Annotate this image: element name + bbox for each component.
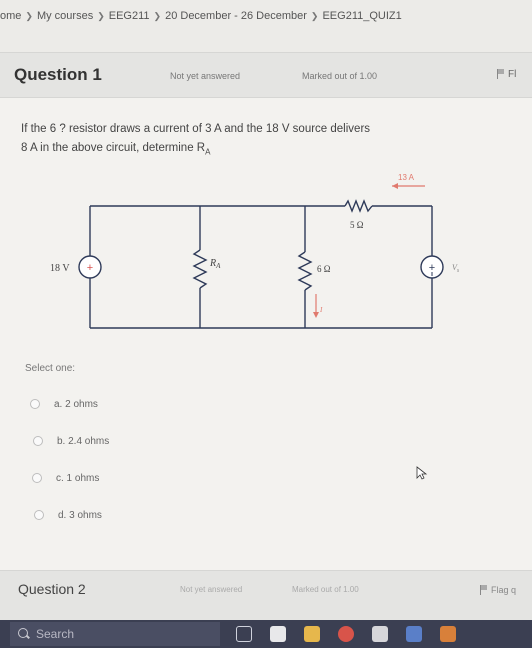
current-i-label: I [319, 306, 323, 314]
option-label: d. 3 ohms [58, 509, 102, 521]
question-text-line1: If the 6 ? resistor draws a current of 3… [21, 123, 371, 135]
question-2-header: Question 2 Not yet answered Marked out o… [0, 570, 532, 620]
question-text: If the 6 ? resistor draws a current of 3… [21, 120, 532, 161]
breadcrumb-quiz[interactable]: EEG211_QUIZ1 [322, 10, 401, 22]
current-i-arrowhead [313, 312, 319, 318]
breadcrumb: ome ❯ My courses ❯ EEG211 ❯ 20 December … [0, 6, 532, 26]
chrome-icon[interactable] [338, 626, 354, 642]
question-content: If the 6 ? resistor draws a current of 3… [0, 98, 532, 570]
answer-option-b[interactable]: b. 2.4 ohms [33, 433, 109, 449]
store-icon[interactable] [372, 626, 388, 642]
taskbar-search-box[interactable]: Search [10, 622, 220, 646]
resistor-5 [344, 199, 373, 213]
taskbar-icons [236, 626, 456, 642]
source-18v-label: 18 V [50, 263, 70, 274]
office-icon[interactable] [440, 626, 456, 642]
question-info-header: Question 1 Not yet answered Marked out o… [0, 52, 532, 98]
resistor-5-label: 5 Ω [350, 220, 364, 230]
option-label: c. 1 ohms [56, 472, 100, 484]
resistor-6-label: 6 Ω [317, 264, 331, 274]
current-13a-arrowhead [392, 183, 398, 189]
breadcrumb-week[interactable]: 20 December - 26 December [165, 10, 307, 22]
resistor-ra [192, 249, 208, 289]
mouse-cursor-icon [416, 466, 428, 480]
breadcrumb-home[interactable]: ome [0, 10, 21, 22]
question-2-state: Not yet answered [180, 585, 243, 594]
task-view-icon[interactable] [236, 626, 252, 642]
question-text-line2: 8 A in the above circuit, determine RA [21, 142, 211, 157]
mail-icon[interactable] [406, 626, 422, 642]
select-one-label: Select one: [25, 363, 76, 374]
resistor-6 [297, 251, 313, 291]
answer-option-c[interactable]: c. 1 ohms [32, 470, 109, 486]
question-mark: Marked out of 1.00 [302, 71, 378, 81]
answer-option-a[interactable]: a. 2 ohms [30, 396, 109, 412]
edge-icon[interactable] [270, 626, 286, 642]
breadcrumb-my-courses[interactable]: My courses [37, 10, 93, 22]
search-icon [18, 628, 30, 640]
chevron-right-icon: ❯ [153, 10, 162, 21]
radio-button[interactable] [30, 399, 40, 409]
source-vs-label: Vs [452, 263, 460, 274]
source-plus-sign: + [87, 262, 93, 274]
chevron-right-icon: ❯ [25, 10, 33, 21]
taskbar-search-placeholder: Search [36, 627, 75, 641]
question-2-title: Question 2 [18, 581, 86, 597]
circuit-diagram: + + 18 V RA 6 Ω 5 Ω 13 A I Vs [50, 173, 460, 329]
resistor-ra-label: RA [209, 258, 221, 270]
option-label: b. 2.4 ohms [57, 435, 110, 447]
chevron-right-icon: ❯ [310, 10, 319, 21]
chevron-right-icon: ❯ [97, 10, 105, 21]
flag-icon [480, 585, 488, 595]
current-13a-label: 13 A [398, 173, 415, 182]
windows-taskbar: Search [0, 620, 532, 648]
answer-option-d[interactable]: d. 3 ohms [34, 507, 109, 523]
radio-button[interactable] [33, 436, 43, 446]
option-label: a. 2 ohms [54, 398, 98, 410]
answer-options: a. 2 ohms b. 2.4 ohms c. 1 ohms d. 3 ohm… [30, 396, 109, 544]
flag-label: Flag q [491, 585, 517, 595]
question-2-mark: Marked out of 1.00 [292, 585, 359, 594]
radio-button[interactable] [32, 473, 42, 483]
question-title: Question 1 [14, 65, 102, 84]
radio-button[interactable] [34, 510, 44, 520]
file-explorer-icon[interactable] [304, 626, 320, 642]
flag-question-button[interactable]: Fl [497, 69, 516, 80]
flag-question-2-button[interactable]: Flag q [480, 585, 516, 595]
flag-label: Fl [508, 69, 517, 80]
question-state: Not yet answered [170, 71, 241, 81]
flag-icon [497, 69, 505, 79]
breadcrumb-course[interactable]: EEG211 [109, 10, 150, 22]
